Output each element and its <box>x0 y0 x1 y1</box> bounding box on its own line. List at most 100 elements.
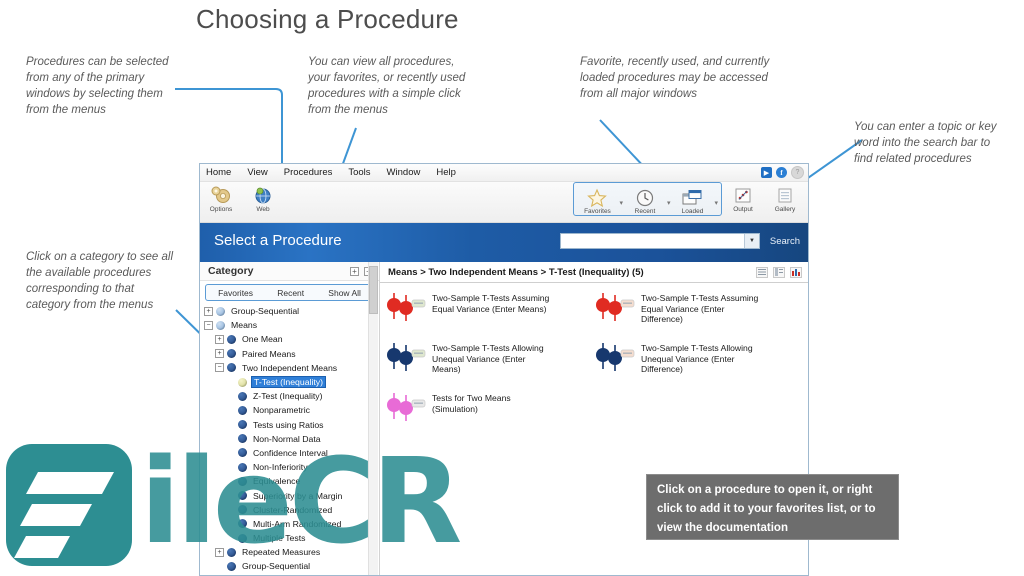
callout-view-all: You can view all procedures, your favori… <box>308 54 465 118</box>
tree-item[interactable]: Non-Normal Data <box>204 432 379 446</box>
tree-item[interactable]: Tests using Ratios <box>204 418 379 432</box>
ribbon-button-loaded[interactable]: Loaded <box>671 184 713 215</box>
tree-item-label: Superiority by a Margin <box>253 490 343 501</box>
tree-node-icon <box>238 476 247 486</box>
tree-item[interactable]: T-Test (Inequality) <box>204 375 379 389</box>
ribbon-button-options[interactable]: Options <box>200 182 242 213</box>
ribbon-button-output[interactable]: Output <box>722 182 764 213</box>
collapse-icon[interactable]: − <box>204 320 213 330</box>
expand-icon[interactable]: + <box>215 547 224 557</box>
star-icon <box>576 187 618 207</box>
tree-item[interactable]: Z-Test (Inequality) <box>204 389 379 403</box>
window-buttons: ▶ f ? <box>761 166 804 179</box>
callout-line: Click on a category to see all <box>26 251 174 263</box>
page-title: Choosing a Procedure <box>196 4 459 34</box>
tree-node-icon <box>227 363 236 373</box>
menu-item-tools[interactable]: Tools <box>348 167 370 178</box>
info-button[interactable]: f <box>776 167 787 178</box>
list-view-icon[interactable] <box>756 266 768 278</box>
category-tree[interactable]: + Group-Sequential − Means + One Mean + Paired … <box>200 304 379 575</box>
filecr-logo-icon <box>6 444 132 566</box>
tree-item[interactable]: Multi-Arm Randomized <box>204 517 379 531</box>
expand-icon[interactable]: + <box>204 306 213 316</box>
tree-item-label: Tests using Ratios <box>253 419 324 430</box>
breadcrumb: Means > Two Independent Means > T-Test (… <box>388 266 644 278</box>
callout-line: procedures with a simple click <box>308 88 461 100</box>
procedure-label: Two-Sample T-Tests Allowing Unequal Varia… <box>641 341 753 375</box>
tree-item[interactable]: + Group-Sequential <box>204 304 379 318</box>
menu-item-view[interactable]: View <box>247 167 267 178</box>
tree-node-icon <box>238 377 247 387</box>
tree-item[interactable]: Equivalence <box>204 474 379 488</box>
procedure-header: Means > Two Independent Means > T-Test (… <box>380 262 808 283</box>
tree-item[interactable]: − Two Independent Means <box>204 361 379 375</box>
ribbon-button-web[interactable]: Web <box>242 182 284 213</box>
ribbon-button-recent[interactable]: Recent <box>624 184 666 215</box>
tree-item-label: Paired Means <box>242 348 296 359</box>
tree-node-icon <box>227 349 236 359</box>
chevron-down-icon[interactable]: ▼ <box>744 234 759 248</box>
expand-all-button[interactable]: + <box>350 266 359 276</box>
detail-view-icon[interactable] <box>773 266 785 278</box>
tab-recent[interactable]: Recent <box>277 288 304 298</box>
menu-item-window[interactable]: Window <box>387 167 421 178</box>
ribbon-button-gallery[interactable]: Gallery <box>764 182 806 213</box>
tree-item[interactable]: Non-Inferiority <box>204 460 379 474</box>
menu-item-procedures[interactable]: Procedures <box>284 167 333 178</box>
tab-favorites[interactable]: Favorites <box>218 288 253 298</box>
menu-item-help[interactable]: Help <box>436 167 456 178</box>
tree-item-label: Group-Sequential <box>242 561 311 572</box>
chart-view-icon[interactable] <box>790 266 802 278</box>
ribbon-label-favorites: Favorites <box>584 208 611 215</box>
tree-node-icon <box>216 306 225 316</box>
procedure-item[interactable]: Two-Sample T-Tests Assuming Equal Varianc… <box>386 291 595 341</box>
search-input[interactable] <box>561 233 744 249</box>
tree-node-icon <box>238 519 247 529</box>
procedure-label-line: Two-Sample T-Tests Allowing <box>432 343 544 353</box>
tree-item-label: One Mean <box>242 334 283 345</box>
procedure-grid: Two-Sample T-Tests Assuming Equal Varianc… <box>380 283 808 441</box>
expand-icon[interactable]: + <box>215 334 224 344</box>
callout-line: your favorites, or recently used <box>308 72 466 84</box>
procedure-item[interactable]: Two-Sample T-Tests Allowing Unequal Varia… <box>595 341 804 391</box>
tree-item[interactable]: Confidence Interval <box>204 446 379 460</box>
help-button[interactable]: ? <box>791 166 804 179</box>
tree-item[interactable]: Cluster-Randomized <box>204 503 379 517</box>
tree-item[interactable]: + Repeated Measures <box>204 545 379 559</box>
ribbon-right-group: Favorites ▾ Recent ▾ Loaded ▾ Output Gal… <box>573 182 806 216</box>
tree-item[interactable]: Group-Sequential <box>204 559 379 573</box>
expand-icon[interactable]: + <box>215 349 224 359</box>
ribbon-label-loaded: Loaded <box>681 208 704 215</box>
gear-icon <box>200 185 242 205</box>
clock-icon <box>624 187 666 207</box>
procedure-item[interactable]: Tests for Two Means (Simulation) <box>386 391 595 441</box>
tree-item[interactable]: Multiple Tests <box>204 531 379 545</box>
menu-item-home[interactable]: Home <box>206 167 231 178</box>
tree-item-label: Z-Test (Inequality) <box>253 391 323 402</box>
video-button[interactable]: ▶ <box>761 167 772 178</box>
tree-item[interactable]: + Paired Means <box>204 347 379 361</box>
procedure-label-line: Equal Variance (Enter Means) <box>432 303 547 314</box>
ribbon-button-favorites[interactable]: Favorites <box>576 184 618 215</box>
callout-category: Click on a category to see all the avail… <box>26 249 173 313</box>
tree-item[interactable]: − Means <box>204 318 379 332</box>
tree-item[interactable]: Superiority by a Margin <box>204 488 379 502</box>
tree-item[interactable]: Nonparametric <box>204 403 379 417</box>
loaded-split-arrow[interactable]: ▾ <box>713 199 719 207</box>
tree-item-label: Repeated Measures <box>242 547 321 558</box>
tab-show-all[interactable]: Show All <box>328 288 361 298</box>
search-box[interactable]: ▼ <box>560 233 760 249</box>
collapse-icon[interactable]: − <box>215 363 224 373</box>
tree-item[interactable]: + One Mean <box>204 332 379 346</box>
category-scrollbar-thumb[interactable] <box>369 266 378 314</box>
procedure-item[interactable]: Two-Sample T-Tests Assuming Equal Varianc… <box>595 291 804 341</box>
procedure-label: Two-Sample T-Tests Allowing Unequal Varia… <box>432 341 544 375</box>
search-button[interactable]: Search <box>770 236 800 247</box>
menu-bar: Home View Procedures Tools Window Help ▶… <box>200 164 808 182</box>
callout-line: Favorite, recently used, and currently <box>580 56 770 68</box>
procedure-item[interactable]: Two-Sample T-Tests Allowing Unequal Varia… <box>386 341 595 391</box>
